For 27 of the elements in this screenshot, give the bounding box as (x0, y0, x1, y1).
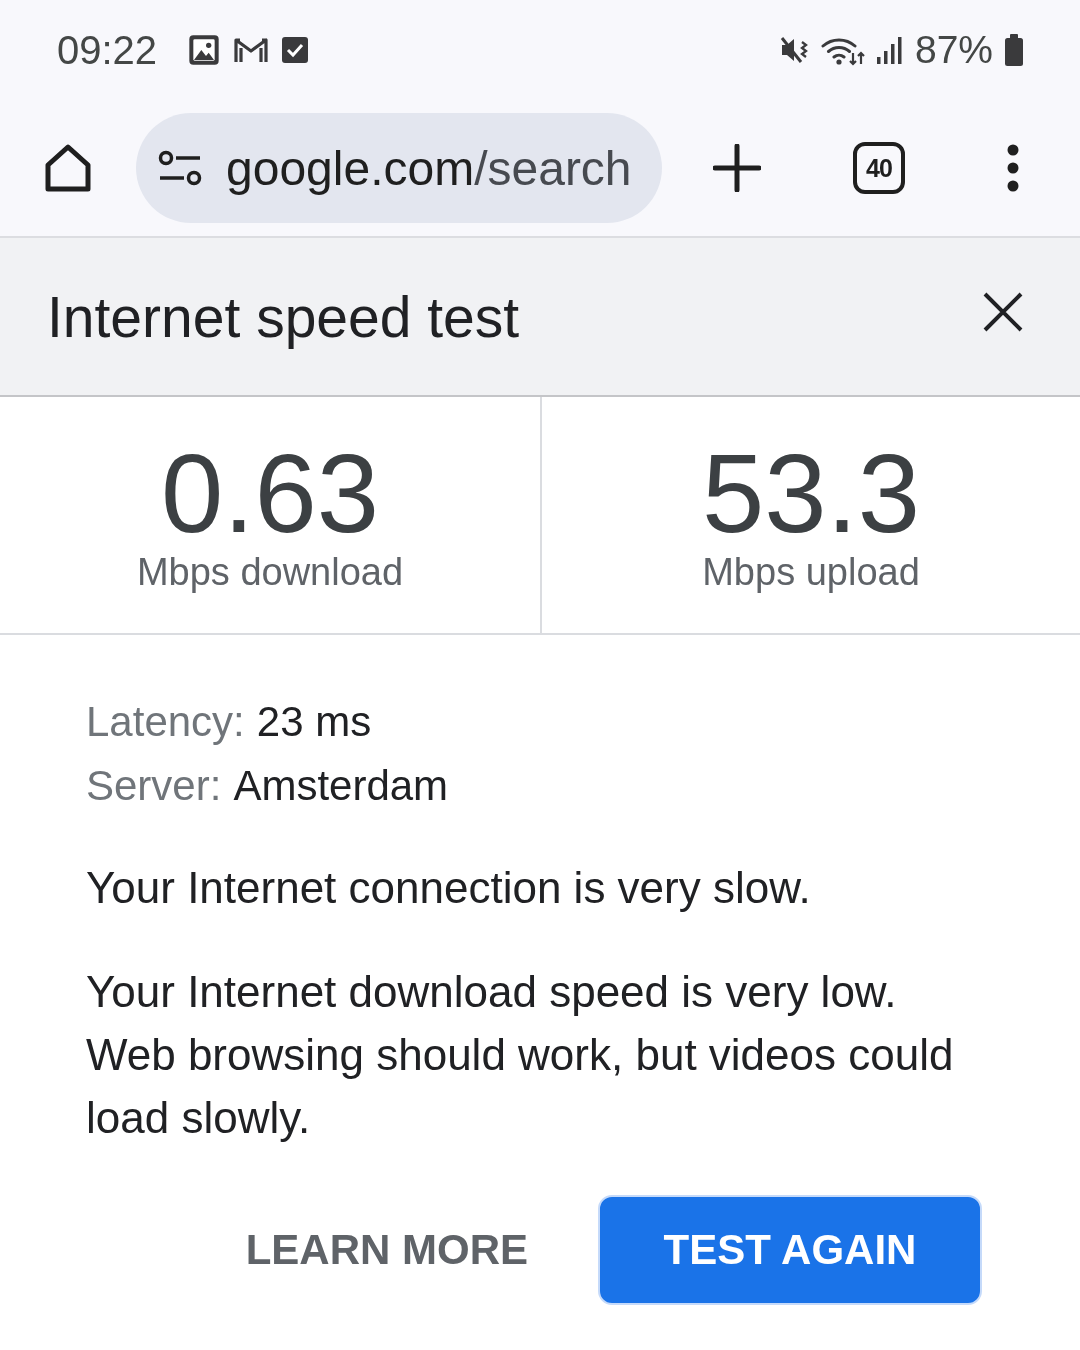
card-title: Internet speed test (47, 283, 520, 350)
tab-switcher-button[interactable]: 40 (853, 142, 905, 194)
plus-icon[interactable] (713, 144, 761, 192)
battery-percent: 87% (914, 28, 993, 72)
detail-label: Latency: (86, 697, 245, 747)
summary-text: Your Internet connection is very slow. (86, 862, 812, 914)
status-time: 09:22 (57, 27, 158, 73)
detail-value: Amsterdam (233, 761, 449, 811)
learn-more-button[interactable]: LEARN MORE (221, 1195, 552, 1305)
close-icon[interactable] (983, 291, 1023, 332)
mute-icon (779, 35, 810, 65)
speed-unit: Mbps upload (702, 550, 920, 594)
image-icon (188, 34, 221, 66)
tune-icon[interactable] (158, 150, 202, 186)
m-logo-icon (233, 36, 270, 64)
detail-label: Server: (86, 761, 222, 811)
check-square-icon (282, 36, 309, 64)
speed-unit: Mbps download (136, 550, 404, 594)
speed-value: 0.63 (161, 438, 379, 550)
address-bar[interactable]: google.com/search (136, 113, 662, 223)
menu-icon[interactable] (1007, 144, 1019, 192)
speed-value: 53.3 (702, 438, 920, 550)
battery-icon (1004, 34, 1024, 66)
signal-icon (875, 35, 904, 65)
description-text: Your Internet download speed is very low. Web browsing should work, but videos could load slowly. (86, 966, 955, 1144)
detail-value: 23 ms (256, 697, 372, 747)
test-again-button[interactable]: TEST AGAIN (598, 1195, 982, 1305)
